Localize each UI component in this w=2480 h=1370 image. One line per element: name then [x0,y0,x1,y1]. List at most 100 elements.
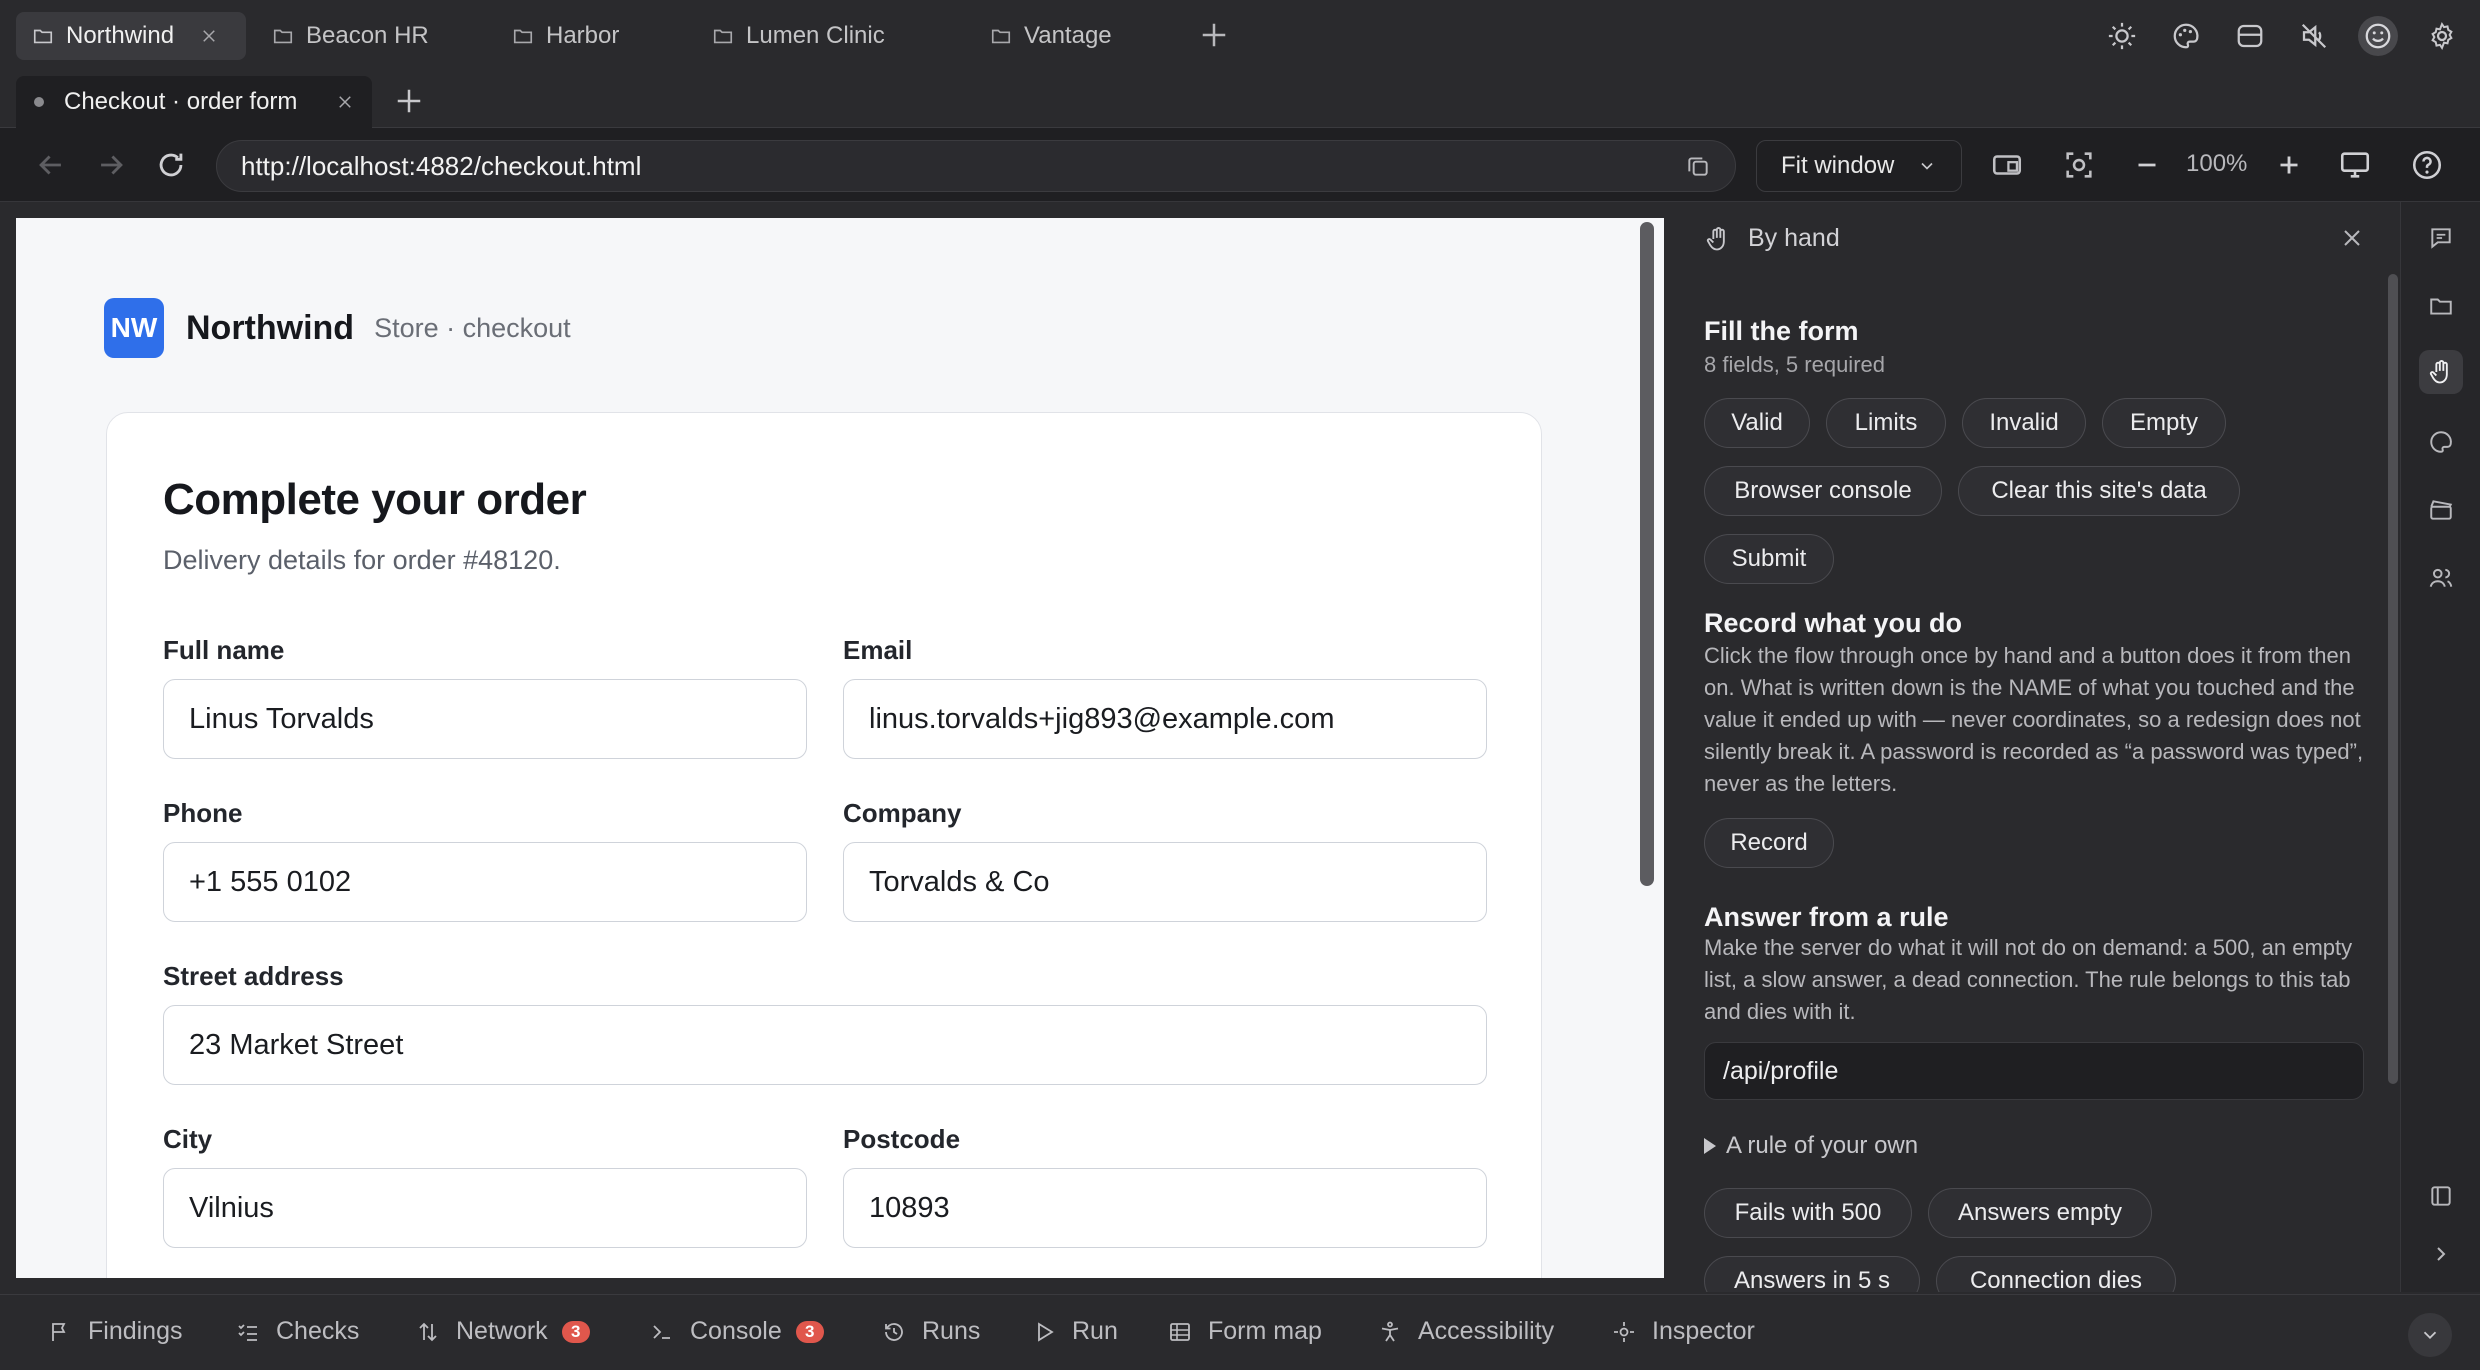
rule-path-input[interactable]: /api/profile [1704,1042,2364,1100]
workspace-tab-vantage[interactable]: Vantage [974,12,1128,60]
tab-label: Console [690,1317,782,1345]
fails-500-button[interactable]: Fails with 500 [1704,1188,1912,1238]
workspace-tab-label: Lumen Clinic [746,22,885,49]
record-button[interactable]: Record [1704,818,1834,868]
custom-rule-toggle[interactable]: A rule of your own [1704,1132,1918,1160]
answers-empty-button[interactable]: Answers empty [1928,1188,2152,1238]
help-icon[interactable] [2410,148,2444,182]
folder-icon[interactable] [2419,284,2463,328]
table-icon [1170,1322,1190,1341]
top-toolbar [2102,16,2462,56]
close-icon[interactable] [200,27,218,45]
store-name: Northwind [186,308,355,347]
fill-empty-button[interactable]: Empty [2102,398,2226,448]
url-input[interactable]: http://localhost:4882/checkout.html [216,140,1736,192]
tab-label: Findings [88,1317,183,1345]
rule-description: Make the server do what it will not do o… [1704,935,2353,1024]
street-input[interactable]: 23 Market Street [163,1005,1487,1085]
company-input[interactable]: Torvalds & Co [843,842,1487,922]
workspace-tab-label: Northwind [66,22,175,49]
tab-label: Runs [922,1317,981,1345]
page-subtitle: Delivery details for order #48120. [163,545,561,575]
address-bar: http://localhost:4882/checkout.html Fit … [0,128,2480,202]
city-input[interactable]: Vilnius [163,1168,807,1248]
smiley-icon[interactable] [2358,16,2398,56]
tab-checks[interactable]: Checks [236,1317,359,1346]
tab-label: Form map [1208,1317,1322,1345]
fill-valid-button[interactable]: Valid [1704,398,1810,448]
fit-window-select[interactable]: Fit window [1756,140,1962,192]
submit-button[interactable]: Submit [1704,534,1834,584]
street-label: Street address [163,961,344,991]
answers-slow-button[interactable]: Answers in 5 s [1704,1256,1920,1292]
tab-findings[interactable]: Findings [48,1317,183,1346]
page-tab-checkout[interactable]: Checkout · order form [16,76,372,128]
storage-icon[interactable] [2230,16,2270,56]
page-viewport: NW Northwind Store · checkout Complete y… [16,218,1664,1278]
users-icon[interactable] [2419,556,2463,600]
tab-inspector[interactable]: Inspector [1612,1317,1755,1346]
zoom-out-icon[interactable] [2130,148,2164,182]
sidebar-toggle-icon[interactable] [2419,1174,2463,1218]
page-tab-title: Checkout · order form [64,88,298,115]
tab-label: Run [1072,1317,1118,1345]
forward-icon[interactable] [94,148,128,182]
back-icon[interactable] [34,148,68,182]
zoom-in-icon[interactable] [2272,148,2306,182]
workspace-tab-beacon-hr[interactable]: Beacon HR [256,12,445,60]
fill-invalid-button[interactable]: Invalid [1962,398,2086,448]
console-count-badge: 3 [795,1320,824,1343]
company-label: Company [843,798,962,828]
palette-icon[interactable] [2166,16,2206,56]
tab-network[interactable]: Network 3 [416,1317,590,1346]
panel-scrollbar[interactable] [2388,274,2398,1084]
browser-console-button[interactable]: Browser console [1704,466,1942,516]
copy-icon[interactable] [1685,153,1711,179]
clear-site-data-button[interactable]: Clear this site's data [1958,466,2240,516]
postcode-input[interactable]: 10893 [843,1168,1487,1248]
palette-icon[interactable] [2419,420,2463,464]
desktop-icon[interactable] [2338,148,2372,182]
tab-runs[interactable]: Runs [882,1317,980,1346]
store-header: NW Northwind Store · checkout [104,298,571,358]
add-workspace-icon[interactable] [1199,20,1229,50]
screenshot-icon[interactable] [2062,148,2096,182]
bottom-panel-tabs: Findings Checks Network 3 Console 3 Runs… [0,1294,2480,1370]
tab-accessibility[interactable]: Accessibility [1378,1317,1554,1346]
notes-icon[interactable] [2419,216,2463,260]
panel-title: By hand [1748,224,1840,252]
tab-form-map[interactable]: Form map [1168,1317,1322,1346]
folder-icon [33,29,53,44]
new-tab-icon[interactable] [394,86,424,116]
fill-limits-button[interactable]: Limits [1826,398,1946,448]
page-tab-bar: Checkout · order form [0,72,2480,128]
folder-icon [991,29,1011,44]
connection-dies-button[interactable]: Connection dies [1936,1256,2176,1292]
chevron-right-icon[interactable] [2419,1232,2463,1276]
gear-icon[interactable] [2422,16,2462,56]
phone-input[interactable]: +1 555 0102 [163,842,807,922]
side-rail [2400,202,2480,1292]
collapse-panel-button[interactable] [2408,1313,2452,1357]
workspace-tab-harbor[interactable]: Harbor [496,12,635,60]
tab-label: Accessibility [1418,1317,1555,1345]
device-frame-icon[interactable] [1990,148,2024,182]
email-input[interactable]: linus.torvalds+jig893@example.com [843,679,1487,759]
tab-label: Inspector [1652,1317,1755,1345]
tab-run[interactable]: Run [1032,1317,1118,1346]
hand-icon[interactable] [2419,350,2463,394]
close-icon[interactable] [336,93,354,111]
chevron-down-icon [2423,1331,2437,1340]
tab-console[interactable]: Console 3 [650,1317,824,1346]
workspace-tab-lumen-clinic[interactable]: Lumen Clinic [696,12,901,60]
mute-icon[interactable] [2294,16,2334,56]
clapperboard-icon[interactable] [2419,488,2463,532]
viewport-scrollbar[interactable] [1640,222,1654,886]
full-name-input[interactable]: Linus Torvalds [163,679,807,759]
chevron-down-icon [1921,162,1933,170]
close-icon[interactable] [2340,226,2364,250]
workspace-tab-northwind[interactable]: Northwind [16,12,246,60]
sun-icon[interactable] [2102,16,2142,56]
reload-icon[interactable] [154,148,188,182]
folder-icon [273,29,293,44]
